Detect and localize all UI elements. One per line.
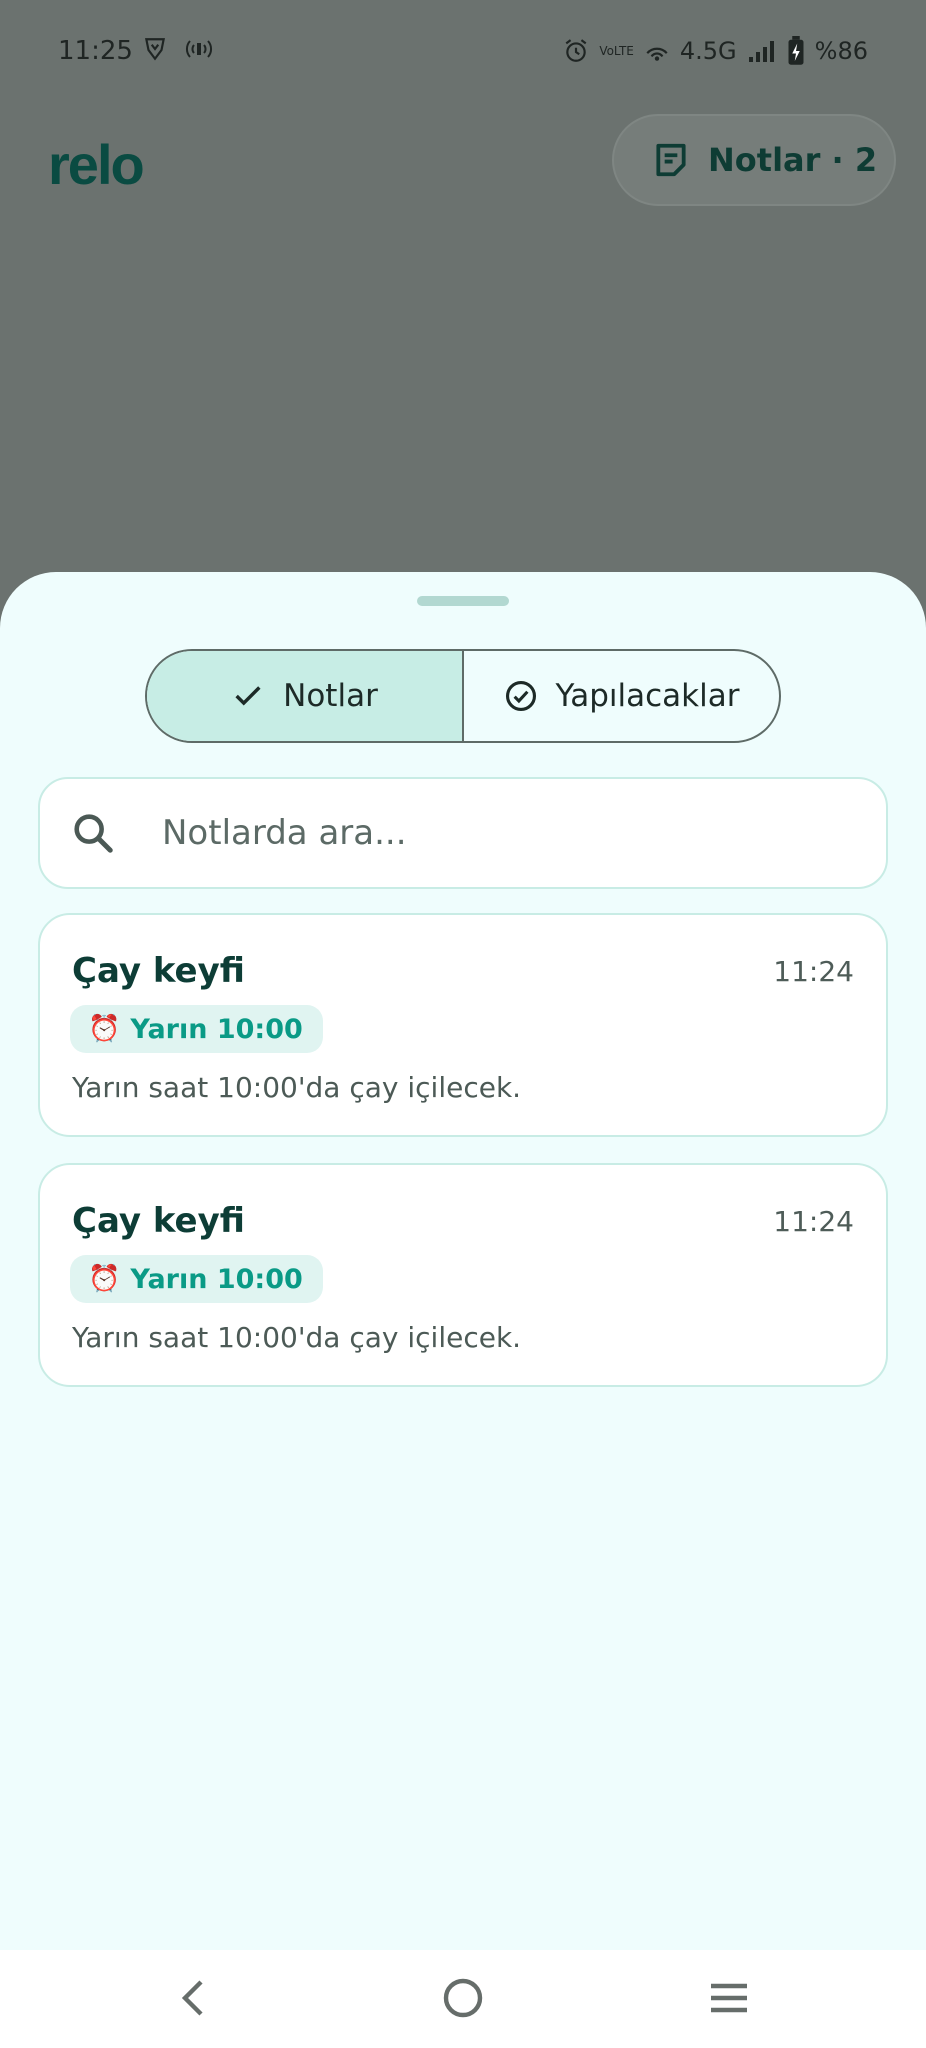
note-title: Çay keyfi — [72, 951, 245, 991]
reminder-chip[interactable]: ⏰ Yarın 10:00 — [70, 1005, 323, 1053]
app-header: relo Notlar · 2 — [0, 110, 926, 210]
menu-lines-icon — [711, 1983, 747, 2013]
drag-handle[interactable] — [417, 596, 509, 606]
note-time: 11:24 — [773, 955, 854, 988]
note-card[interactable]: Çay keyfi 11:24 ⏰ Yarın 10:00 Yarın saat… — [38, 1163, 888, 1387]
note-icon — [656, 143, 686, 177]
check-icon — [235, 686, 261, 706]
status-bar: 11:25 VoLTE 4.5G %86 — [0, 0, 926, 104]
network-type: 4.5G — [679, 37, 737, 65]
volte-label: VoLTE — [599, 44, 634, 58]
search-bar — [38, 777, 888, 889]
signal-icon — [748, 41, 774, 62]
search-input[interactable] — [162, 813, 802, 853]
tab-notes-label: Notlar — [283, 678, 378, 714]
notes-count-label: Notlar · 2 — [708, 141, 878, 179]
app-logo: relo — [48, 133, 145, 196]
alarm-clock-icon: ⏰ — [88, 1014, 121, 1044]
battery-level: %86 — [814, 37, 868, 65]
status-time: 11:25 — [58, 36, 133, 66]
recents-button[interactable] — [699, 1968, 759, 2028]
tab-todos[interactable]: Yapılacaklar — [464, 651, 779, 741]
note-time: 11:24 — [773, 1205, 854, 1238]
note-body: Yarın saat 10:00'da çay içilecek. — [72, 1071, 522, 1104]
alarm-clock-icon: ⏰ — [88, 1264, 121, 1294]
back-button[interactable] — [165, 1968, 225, 2028]
notes-bottom-sheet: Notlar Yapılacaklar Çay keyfi 11:24 ⏰ Ya… — [0, 572, 926, 1950]
tab-todos-label: Yapılacaklar — [555, 678, 740, 714]
check-circle-icon — [505, 680, 536, 712]
tab-notes[interactable]: Notlar — [147, 651, 464, 741]
back-chevron-icon — [181, 1980, 203, 2016]
home-circle-icon — [443, 1978, 483, 2018]
notes-count-button[interactable]: Notlar · 2 — [612, 114, 896, 206]
hotspot-icon — [186, 40, 212, 58]
note-title: Çay keyfi — [72, 1201, 245, 1241]
system-nav-bar — [0, 1950, 926, 2048]
battery-charging-icon — [788, 36, 804, 65]
vpn-shield-icon — [145, 38, 165, 61]
search-icon — [74, 814, 113, 853]
view-toggle: Notlar Yapılacaklar — [145, 649, 781, 743]
alarm-clock-icon — [565, 39, 587, 62]
wifi-calling-icon — [646, 47, 668, 61]
note-card[interactable]: Çay keyfi 11:24 ⏰ Yarın 10:00 Yarın saat… — [38, 913, 888, 1137]
reminder-label: Yarın 10:00 — [130, 1013, 303, 1045]
screen: 11:25 VoLTE 4.5G %86 relo Notlar · 2 Not… — [0, 0, 926, 2048]
note-body: Yarın saat 10:00'da çay içilecek. — [72, 1321, 522, 1354]
reminder-label: Yarın 10:00 — [130, 1263, 303, 1295]
reminder-chip[interactable]: ⏰ Yarın 10:00 — [70, 1255, 323, 1303]
home-button[interactable] — [433, 1968, 493, 2028]
